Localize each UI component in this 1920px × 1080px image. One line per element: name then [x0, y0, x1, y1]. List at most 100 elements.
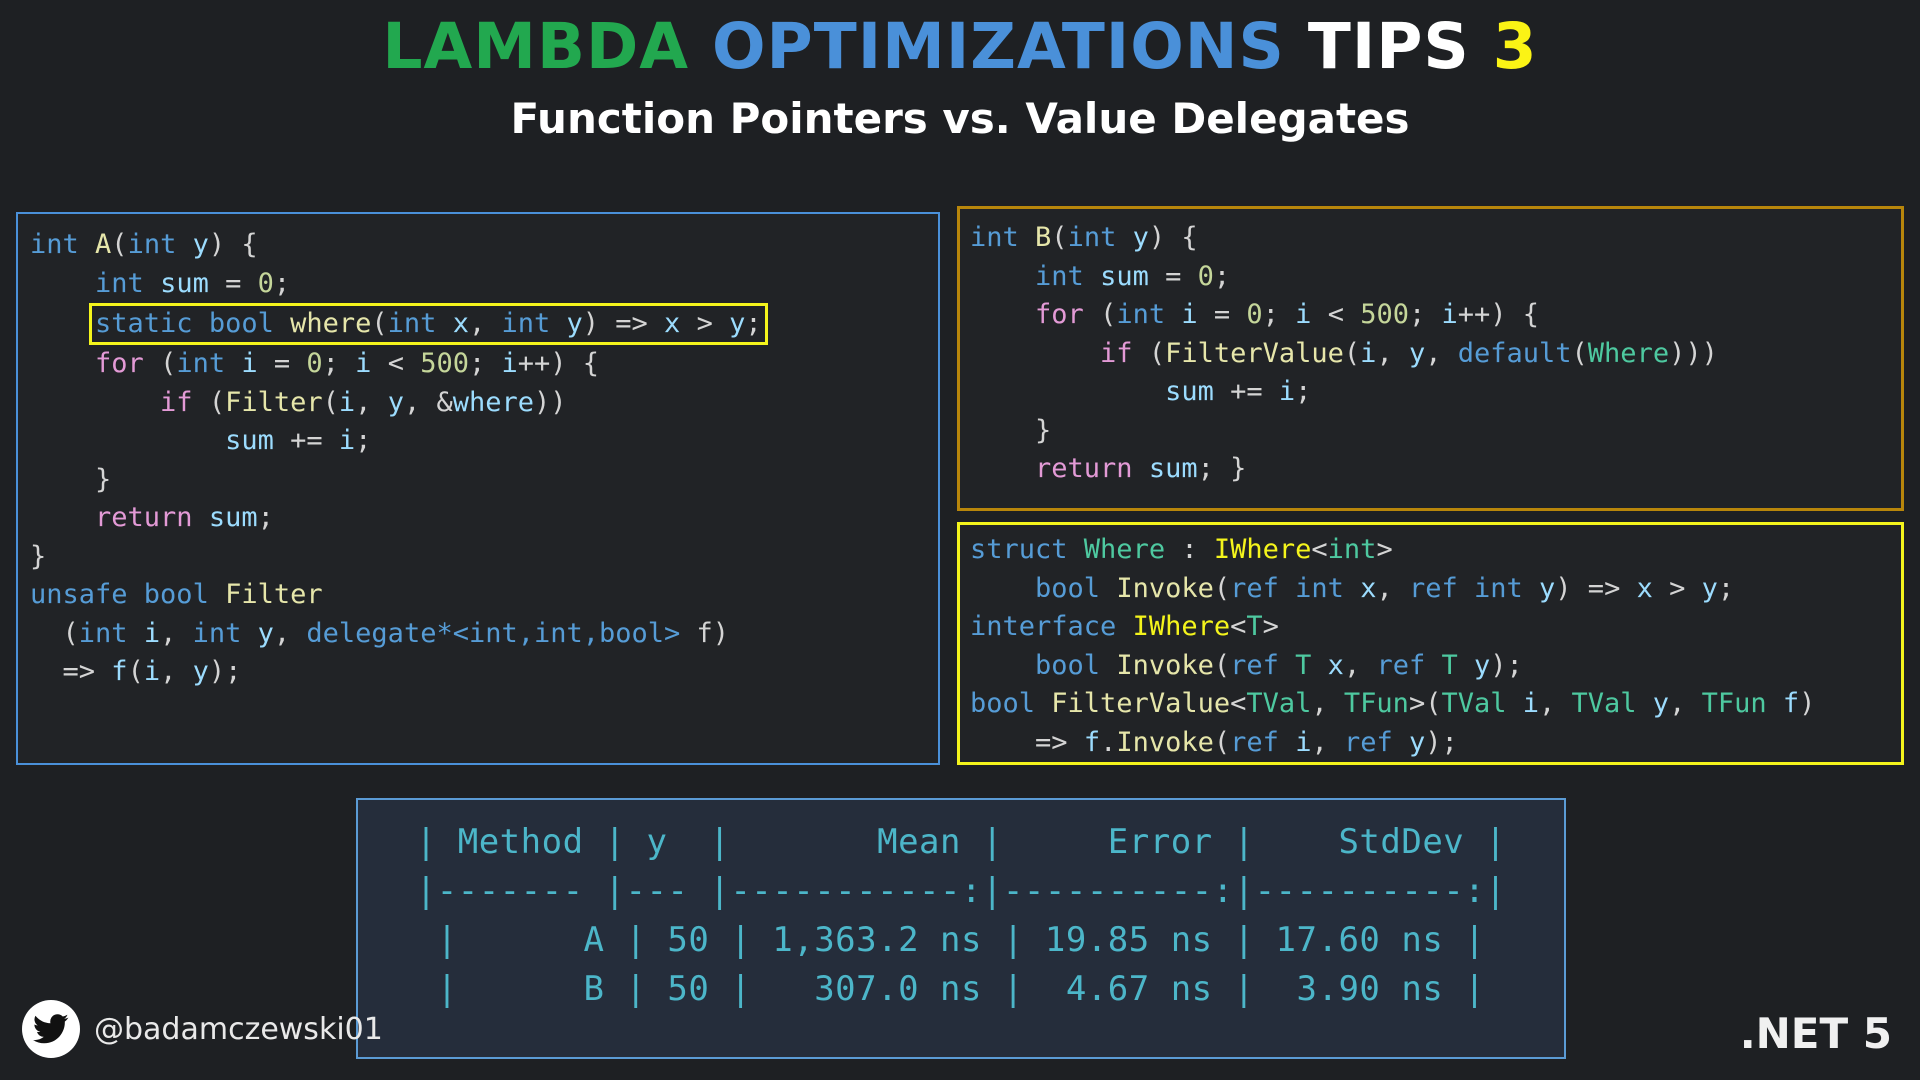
code-token: x [452, 308, 469, 339]
code-token: ( [62, 617, 79, 649]
code-token: ( [1571, 337, 1588, 369]
code-token: FilterValue [1051, 688, 1231, 719]
code-token: return [95, 502, 209, 533]
code-token: ( [1343, 337, 1361, 369]
code-token: sum [208, 502, 258, 533]
code-token: y [1701, 572, 1718, 604]
code-token: int [970, 222, 1036, 253]
code-token: int [192, 617, 258, 649]
code-token: y [1132, 222, 1149, 253]
code-panel-value-delegates: int B(int y) { int sum = 0; for (int i =… [957, 206, 1904, 511]
code-token: x [1636, 572, 1653, 604]
code-token: int [1295, 572, 1361, 604]
code-token: y [1474, 649, 1491, 681]
code-token: IWhere [1132, 611, 1231, 642]
code-token: ; } [1197, 453, 1247, 484]
code-token: ref [1230, 572, 1296, 604]
code-token: f [1083, 726, 1101, 758]
code-token: struct [970, 534, 1084, 565]
code-token: Invoke [1116, 726, 1214, 758]
code-token: ( [1100, 299, 1117, 330]
slide-header: LAMBDA OPTIMIZATIONS TIPS 3 Function Poi… [0, 0, 1920, 143]
code-token: ; [355, 425, 372, 456]
code-token: < [1230, 688, 1247, 719]
code-token: => [62, 656, 112, 687]
code-token: T [1246, 611, 1263, 642]
code-token: return [1035, 453, 1149, 484]
title-number: 3 [1492, 10, 1538, 83]
code-token: ; [1295, 376, 1312, 407]
code-token: int [501, 308, 567, 339]
code-token: i [1441, 299, 1458, 330]
code-token: ( [1213, 649, 1231, 681]
code-token: TVal [1441, 688, 1523, 719]
code-token: 500 [1360, 299, 1409, 330]
code-panel-function-pointers: int A(int y) { int sum = 0; static bool … [16, 212, 940, 765]
code-token: ))) [1669, 337, 1718, 369]
code-token: ); [1425, 726, 1458, 758]
code-token: int [1067, 222, 1133, 253]
code-token: ref [1230, 726, 1296, 758]
code-token: ); [208, 656, 242, 687]
code-token: ( [322, 386, 339, 418]
code-token: bool [143, 579, 226, 610]
highlight-box-static-local-function: static bool where(int x, int y) => x > y… [89, 303, 768, 345]
code-token: y [387, 386, 404, 418]
code-token: , [1376, 337, 1409, 369]
code-token: i [1522, 688, 1539, 719]
code-token: i [143, 617, 161, 649]
code-token: Where [1587, 337, 1670, 369]
code-token: where [452, 386, 535, 418]
code-token: 0 [1197, 260, 1214, 292]
code-token: = [273, 348, 307, 379]
platform-label: .NET 5 [1739, 1009, 1892, 1058]
code-token: . [1100, 726, 1117, 758]
code-token: , [160, 656, 193, 687]
code-token: bool [1035, 649, 1117, 681]
benchmark-results-table: | Method | y | Mean | Error | StdDev | |… [356, 798, 1566, 1059]
code-token: int [387, 308, 453, 339]
code-token: , [1376, 572, 1409, 604]
code-token: int [176, 348, 242, 379]
code-token: y [1652, 688, 1670, 719]
title-word-optimizations: OPTIMIZATIONS [712, 10, 1285, 83]
code-token: >( [1408, 688, 1442, 719]
page-subtitle: Function Pointers vs. Value Delegates [510, 94, 1410, 144]
code-token: ( [1213, 572, 1231, 604]
code-token: unsafe [30, 579, 144, 610]
code-token: > [1262, 611, 1279, 642]
code-token: } [30, 540, 47, 572]
code-panels-row: int A(int y) { int sum = 0; static bool … [0, 206, 1920, 766]
code-token: , [1539, 688, 1572, 719]
code-token: = [1165, 260, 1198, 292]
code-token: TVal [1571, 688, 1653, 719]
code-token: < [1311, 534, 1328, 565]
code-token: , [160, 617, 193, 649]
code-token: ( [127, 656, 144, 687]
code-token: ( [371, 308, 388, 339]
code-token: > [680, 308, 730, 339]
code-token: TVal [1246, 688, 1312, 719]
code-token: , [355, 386, 388, 418]
code-token: i [143, 656, 161, 687]
code-token: T [1441, 649, 1474, 681]
code-token: < [1327, 299, 1361, 330]
code-token: > [1376, 534, 1393, 565]
code-token: ; [1213, 260, 1231, 292]
code-token: : [1165, 534, 1214, 565]
code-token: int [1327, 534, 1377, 565]
code-token: i [241, 348, 274, 379]
code-token: int [95, 267, 161, 299]
code-token: i [1181, 299, 1214, 330]
code-panel-struct-interface-definitions: struct Where : IWhere<int> bool Invoke(r… [957, 522, 1904, 765]
code-token: x [1327, 649, 1344, 681]
twitter-handle: @badamczewski01 [94, 1011, 383, 1047]
code-token: i [1360, 337, 1377, 369]
code-token: default [1457, 337, 1572, 369]
table-row: | A | 50 | 1,363.2 ns | 19.85 ns | 17.60… [436, 920, 1486, 960]
code-token: y [257, 617, 274, 649]
code-token: , [1425, 337, 1458, 369]
code-token: i [338, 386, 356, 418]
code-token: += [290, 425, 339, 456]
code-token: y [566, 308, 583, 339]
